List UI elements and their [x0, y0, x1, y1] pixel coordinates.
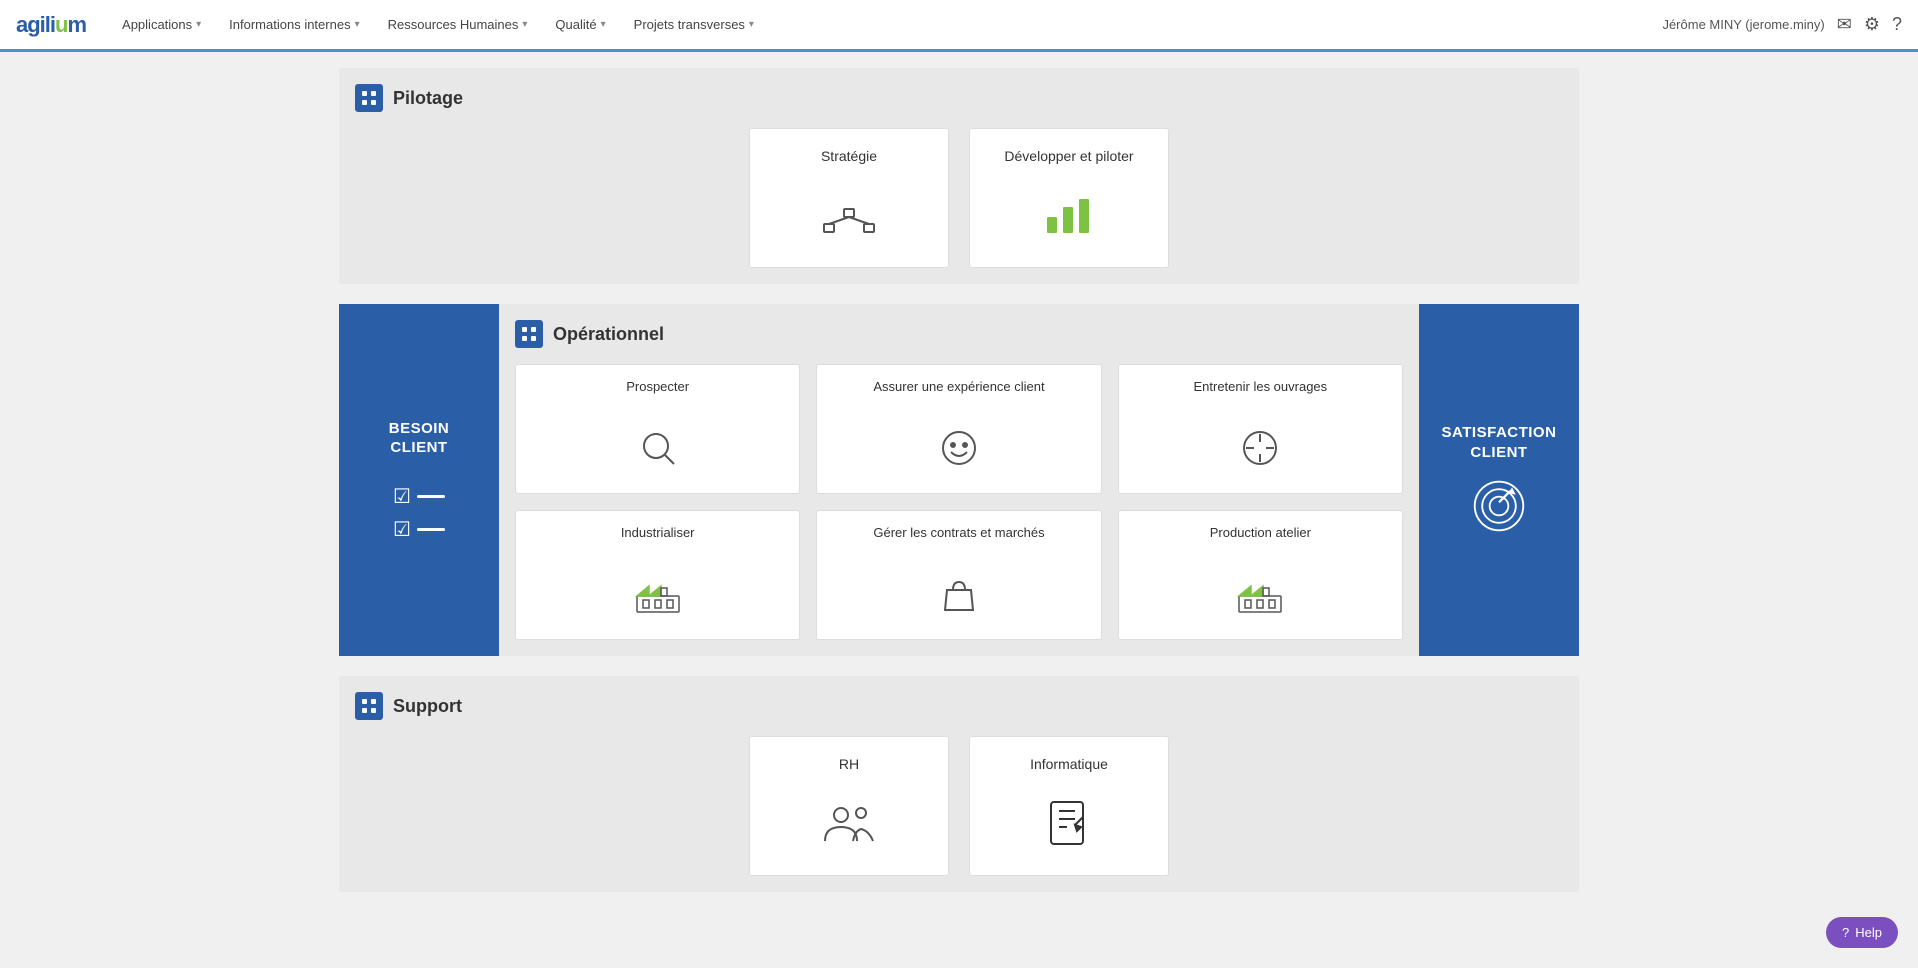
industrialiser-icon [633, 572, 683, 625]
section-pilotage: Pilotage Stratégie Développer et p [339, 68, 1579, 284]
right-panel-satisfaction-client[interactable]: SATISFACTION CLIENT [1419, 304, 1579, 656]
line-bar-2 [417, 528, 445, 531]
card-prospecter[interactable]: Prospecter [515, 364, 800, 494]
rh-label: RH [839, 755, 859, 773]
support-icon [355, 692, 383, 720]
card-strategie[interactable]: Stratégie [749, 128, 949, 268]
production-atelier-icon [1235, 572, 1285, 625]
menu-applications[interactable]: Applications ▾ [110, 11, 213, 38]
chevron-down-icon: ▾ [522, 19, 527, 30]
card-experience-client[interactable]: Assurer une expérience client [816, 364, 1101, 494]
chevron-down-icon: ▾ [196, 19, 201, 30]
nav-menu: Applications ▾ Informations internes ▾ R… [110, 11, 1662, 38]
section-operationnel: BESOIN CLIENT ☑ ☑ [339, 304, 1579, 656]
entretenir-icon [1238, 426, 1282, 479]
card-strategie-label: Stratégie [821, 147, 877, 165]
checklist-line-1: ☑ [393, 484, 445, 509]
checklist-line-2: ☑ [393, 517, 445, 542]
checkbox-icon-1: ☑ [393, 484, 411, 509]
operationnel-icon [515, 320, 543, 348]
experience-client-label: Assurer une expérience client [873, 379, 1044, 396]
card-informatique[interactable]: Informatique [969, 736, 1169, 876]
card-developper-label: Développer et piloter [1004, 147, 1133, 165]
pilotage-title: Pilotage [393, 88, 463, 109]
contrats-label: Gérer les contrats et marchés [873, 525, 1044, 542]
informatique-label: Informatique [1030, 755, 1108, 773]
logo[interactable]: agilium [16, 12, 86, 38]
chevron-down-icon: ▾ [749, 19, 754, 30]
chevron-down-icon: ▾ [601, 19, 606, 30]
main-content: Pilotage Stratégie Développer et p [259, 52, 1659, 928]
prospecter-icon [636, 426, 680, 479]
card-contrats[interactable]: Gérer les contrats et marchés [816, 510, 1101, 640]
section-header-support: Support [355, 692, 1563, 720]
operationnel-cards: Prospecter Assurer une expérience client [515, 364, 1403, 640]
card-developper[interactable]: Développer et piloter [969, 128, 1169, 268]
chevron-down-icon: ▾ [355, 19, 360, 30]
rh-icon [819, 797, 879, 857]
left-panel-besoin-client[interactable]: BESOIN CLIENT ☑ ☑ [339, 304, 499, 656]
operationnel-main: Opérationnel Prospecter Assurer une expé… [499, 304, 1419, 656]
menu-ressources-humaines[interactable]: Ressources Humaines ▾ [376, 11, 540, 38]
section-support: Support RH Informatique [339, 676, 1579, 892]
help-button[interactable]: ? Help [1826, 917, 1898, 948]
user-name: Jérôme MINY (jerome.miny) [1662, 17, 1824, 32]
section-header-pilotage: Pilotage [355, 84, 1563, 112]
pilotage-cards: Stratégie Développer et piloter [355, 128, 1563, 268]
card-entretenir[interactable]: Entretenir les ouvrages [1118, 364, 1403, 494]
support-cards: RH Informatique [355, 736, 1563, 876]
entretenir-label: Entretenir les ouvrages [1193, 379, 1327, 396]
help-icon[interactable]: ? [1892, 14, 1902, 35]
strategie-icon [819, 189, 879, 249]
help-circle-icon: ? [1842, 925, 1849, 940]
satisfaction-client-title: SATISFACTION CLIENT [1439, 423, 1559, 462]
operationnel-title: Opérationnel [553, 324, 664, 345]
satisfaction-client-icon [1471, 478, 1527, 537]
card-industrialiser[interactable]: Industrialiser [515, 510, 800, 640]
production-atelier-label: Production atelier [1210, 525, 1311, 542]
contrats-icon [937, 572, 981, 625]
informatique-icon [1039, 797, 1099, 857]
line-bar-1 [417, 495, 445, 498]
developper-icon [1039, 189, 1099, 249]
menu-projets-transverses[interactable]: Projets transverses ▾ [622, 11, 766, 38]
navbar: agilium Applications ▾ Informations inte… [0, 0, 1918, 52]
gear-icon[interactable]: ⚙ [1864, 14, 1880, 35]
support-title: Support [393, 696, 462, 717]
card-production-atelier[interactable]: Production atelier [1118, 510, 1403, 640]
help-label: Help [1855, 925, 1882, 940]
prospecter-label: Prospecter [626, 379, 689, 396]
section-header-operationnel: Opérationnel [515, 320, 1403, 348]
menu-informations-internes[interactable]: Informations internes ▾ [217, 11, 371, 38]
experience-client-icon [937, 426, 981, 479]
besoin-client-title: BESOIN CLIENT [359, 419, 479, 458]
menu-qualite[interactable]: Qualité ▾ [543, 11, 617, 38]
besoin-client-checklist: ☑ ☑ [393, 484, 445, 542]
navbar-right: Jérôme MINY (jerome.miny) ✉ ⚙ ? [1662, 14, 1902, 35]
pilotage-icon [355, 84, 383, 112]
card-rh[interactable]: RH [749, 736, 949, 876]
checkbox-icon-2: ☑ [393, 517, 411, 542]
mail-icon[interactable]: ✉ [1837, 14, 1852, 35]
industrialiser-label: Industrialiser [621, 525, 695, 542]
